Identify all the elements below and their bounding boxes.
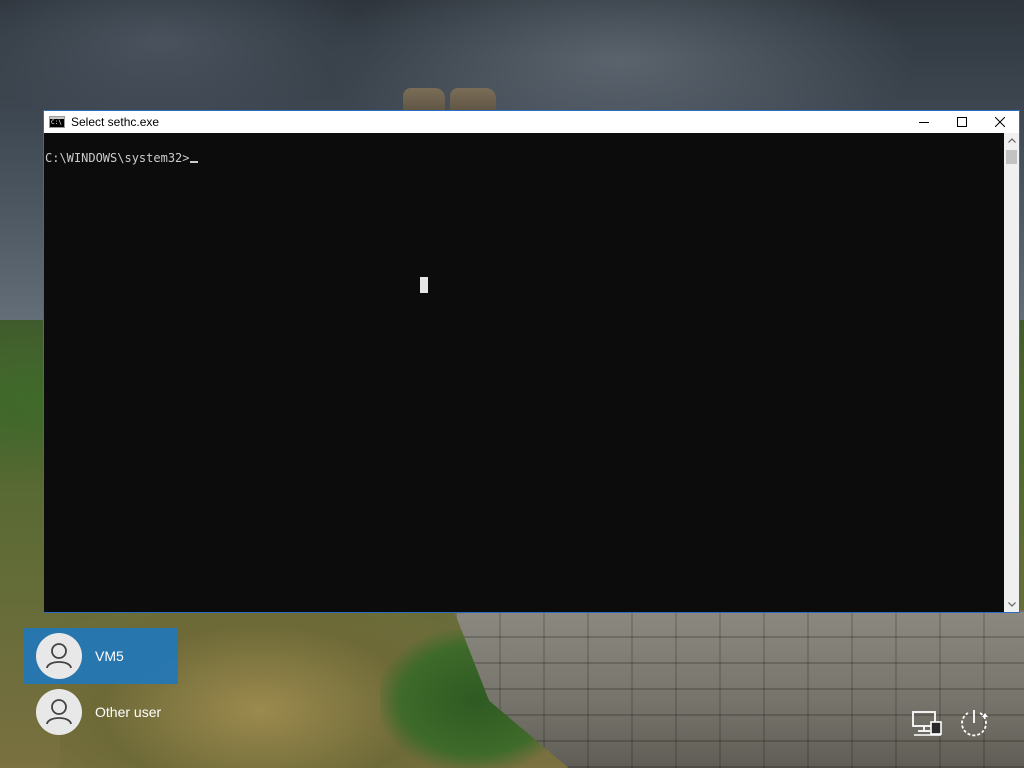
minimize-button[interactable] — [905, 111, 943, 133]
maximize-icon — [957, 117, 967, 127]
scroll-down-button[interactable] — [1004, 597, 1019, 612]
user-tile-vm5[interactable]: VM5 — [24, 628, 178, 684]
avatar — [36, 633, 82, 679]
ease-of-access-button[interactable] — [958, 706, 992, 740]
network-icon — [912, 711, 942, 736]
prompt-line: C:\WINDOWS\system32> — [45, 151, 198, 165]
command-prompt-window[interactable]: C:\ Select sethc.exe C:\WINDOWS\system32… — [43, 110, 1020, 613]
network-button[interactable] — [910, 706, 944, 740]
user-name: Other user — [95, 704, 162, 720]
command-prompt-icon: C:\ — [49, 116, 65, 128]
user-icon — [46, 643, 72, 669]
chevron-up-icon — [1007, 138, 1016, 143]
user-name: VM5 — [95, 648, 124, 664]
title-bar[interactable]: C:\ Select sethc.exe — [44, 111, 1019, 133]
text-cursor — [189, 161, 198, 163]
scroll-up-button[interactable] — [1004, 133, 1019, 148]
power-icon — [961, 710, 988, 737]
user-tile-other-user[interactable]: Other user — [24, 684, 178, 740]
scroll-thumb[interactable] — [1006, 150, 1017, 164]
stone-wall — [455, 600, 1024, 768]
caption-buttons — [905, 111, 1019, 133]
user-icon — [46, 699, 72, 725]
mouse-ibeam-cursor — [420, 277, 428, 293]
window-title: Select sethc.exe — [71, 115, 160, 129]
minimize-icon — [919, 122, 929, 123]
maximize-button[interactable] — [943, 111, 981, 133]
avatar — [36, 689, 82, 735]
console-area[interactable]: C:\WINDOWS\system32> — [44, 133, 1004, 612]
vertical-scrollbar[interactable] — [1004, 133, 1019, 612]
close-button[interactable] — [981, 111, 1019, 133]
close-icon — [995, 117, 1005, 127]
prompt-text: C:\WINDOWS\system32> — [45, 151, 190, 165]
chevron-down-icon — [1007, 602, 1016, 607]
